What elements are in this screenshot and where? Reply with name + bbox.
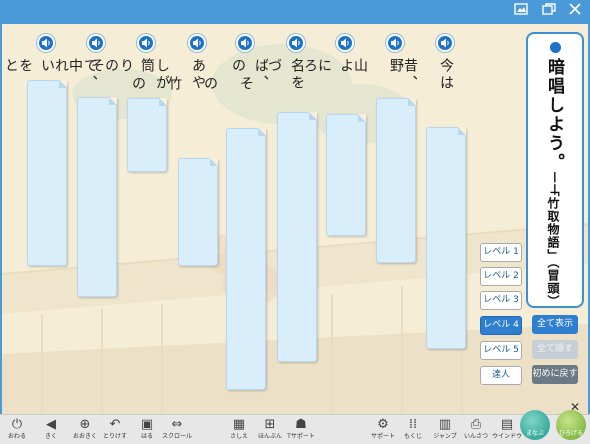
- text-mask[interactable]: [426, 127, 466, 349]
- zoom-in-icon: ⊕: [79, 417, 91, 432]
- teacher-icon: ☗: [295, 417, 307, 432]
- speaker-icon[interactable]: [287, 34, 305, 52]
- paste-icon: ▣: [140, 417, 154, 432]
- image-icon[interactable]: [512, 3, 530, 21]
- text-mask[interactable]: [326, 114, 366, 236]
- grid-icon: ⁞⁞: [408, 417, 418, 432]
- speaker-icon[interactable]: [336, 34, 354, 52]
- jump-button[interactable]: ▥ ジャンプ: [430, 417, 460, 443]
- restore-icon[interactable]: [540, 3, 558, 21]
- expand-round-button[interactable]: ひろげる: [556, 410, 586, 440]
- speaker-icon[interactable]: [436, 34, 454, 52]
- speaker-icon[interactable]: [37, 34, 55, 52]
- column-text: 名をば、: [253, 58, 305, 92]
- speaker-icon: ◀: [46, 417, 56, 432]
- learn-round-button[interactable]: まなぶ: [520, 410, 550, 440]
- level-2-button[interactable]: レベル 2: [480, 267, 522, 286]
- column-text: 野山に: [316, 58, 404, 75]
- paste-button[interactable]: ▣ はる: [132, 417, 162, 443]
- book-icon: ▥: [438, 417, 452, 432]
- text-mask[interactable]: [277, 112, 317, 362]
- text-mask[interactable]: [127, 98, 167, 172]
- title-card: 暗唱しよう。── 「竹取物語」（冒頭）: [526, 32, 584, 308]
- page-subtitle: 「竹取物語」（冒頭）: [546, 184, 560, 308]
- bottom-toolbar: ⏻ おわる ◀ きく ⊕ おおきく ↶ とりけす ▣ はる ⇔ スクロール ▦ さしえ ⊞ ほん…: [0, 414, 590, 444]
- scroll-button[interactable]: ⇔ スクロール: [162, 417, 192, 443]
- text-mask[interactable]: [376, 98, 416, 263]
- title-bar: [0, 0, 590, 24]
- gear-icon: ⚙: [377, 417, 389, 432]
- level-4-button[interactable]: レベル 4: [480, 316, 522, 335]
- picture-icon: ▦: [232, 417, 246, 432]
- column-text: よろづの: [230, 58, 354, 75]
- undo-icon: ↶: [109, 417, 121, 432]
- level-5-button[interactable]: レベル 5: [480, 341, 522, 360]
- text-mask[interactable]: [226, 128, 266, 390]
- column-text: 筒の中: [67, 58, 155, 75]
- text-mask[interactable]: [178, 158, 218, 266]
- undo-button[interactable]: ↶ とりけす: [100, 417, 130, 443]
- text-mask[interactable]: [27, 80, 67, 266]
- page-title: 暗唱しよう。──: [544, 58, 564, 197]
- column-text: その竹の: [130, 76, 254, 93]
- support-button[interactable]: ⚙ サポート: [368, 417, 398, 443]
- speaker-icon[interactable]: [137, 34, 155, 52]
- level-3-button[interactable]: レベル 3: [480, 291, 522, 310]
- column-text: あやしがりて、: [82, 58, 206, 92]
- speaker-icon[interactable]: [386, 34, 404, 52]
- zoom-in-button[interactable]: ⊕ おおきく: [70, 417, 100, 443]
- level-1-button[interactable]: レベル 1: [480, 243, 522, 262]
- power-button[interactable]: ⏻ おわる: [2, 417, 32, 443]
- reset-button[interactable]: 初めに戻す: [532, 365, 578, 384]
- text-button[interactable]: ⊞ ほんぶん: [255, 417, 285, 443]
- speaker-icon[interactable]: [87, 34, 105, 52]
- title-bullet: [550, 42, 561, 53]
- listen-button[interactable]: ◀ きく: [36, 417, 66, 443]
- print-button[interactable]: ⎙ いんさつ: [461, 417, 491, 443]
- scroll-icon: ⇔: [171, 417, 183, 432]
- text-mask[interactable]: [77, 97, 117, 297]
- column-text: 今は昔、: [402, 58, 454, 92]
- illustration-button[interactable]: ▦ さしえ: [224, 417, 254, 443]
- recitation-stage: 今は昔、 野山に よろづの 名をば、 その竹の あやしがりて、 筒の中 それを: [2, 24, 588, 414]
- speaker-icon[interactable]: [188, 34, 206, 52]
- master-level-button[interactable]: 達人: [480, 366, 522, 385]
- column-text: いと: [3, 58, 55, 75]
- print-icon: ⎙: [470, 417, 482, 432]
- show-all-button[interactable]: 全て表示: [532, 315, 578, 334]
- power-icon: ⏻: [11, 417, 23, 432]
- text-icon: ⊞: [264, 417, 276, 432]
- hide-all-button[interactable]: 全て隠す: [532, 340, 578, 359]
- column-text: それを: [17, 58, 105, 75]
- close-icon[interactable]: [566, 3, 584, 21]
- window-icon: ▤: [500, 417, 514, 432]
- window-button[interactable]: ▤ ウインドウ: [492, 417, 522, 443]
- contents-button[interactable]: ⁞⁞ もくじ: [398, 417, 428, 443]
- speaker-icon[interactable]: [236, 34, 254, 52]
- teacher-support-button[interactable]: ☗ Tサポート: [286, 417, 316, 443]
